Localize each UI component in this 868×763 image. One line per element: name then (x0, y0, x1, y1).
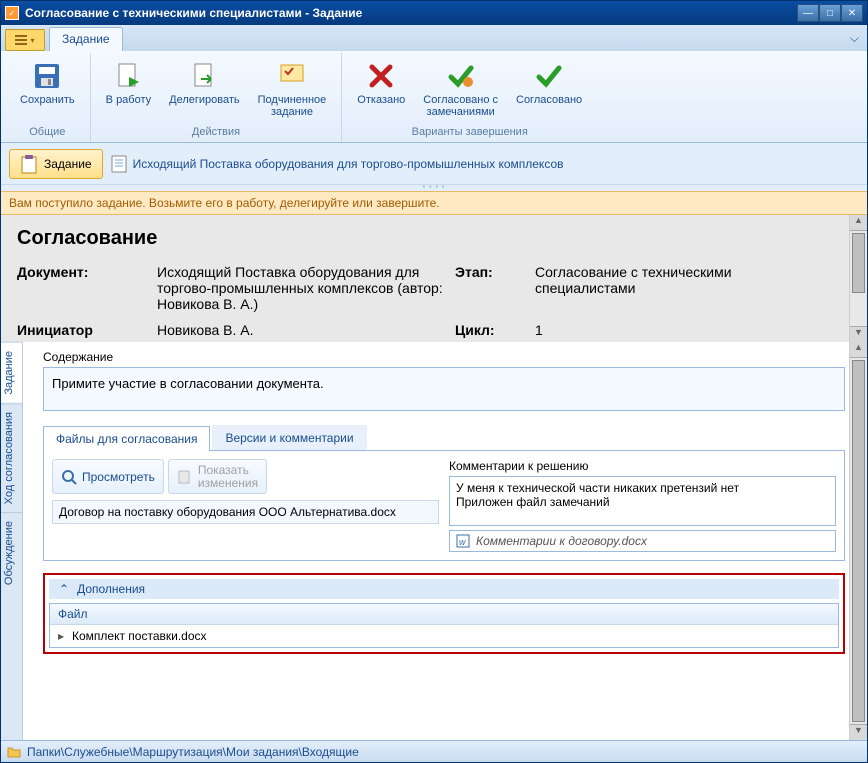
related-document-link[interactable]: Исходящий Поставка оборудования для торг… (111, 155, 564, 173)
close-button[interactable]: ✕ (841, 4, 863, 22)
save-button[interactable]: Сохранить (13, 55, 82, 124)
side-tab-progress[interactable]: Ход согласования (1, 403, 22, 512)
tab-versions[interactable]: Версии и комментарии (212, 425, 366, 450)
task-context-button[interactable]: Задание (9, 149, 103, 179)
additions-section: ⌃ Дополнения Файл ▸ Комплект поставки.do… (43, 573, 845, 654)
ribbon-group-actions: В работу Делегировать Подчиненное задани… (91, 53, 343, 142)
cycle-value: 1 (535, 322, 833, 338)
row-marker-icon: ▸ (58, 629, 68, 643)
stage-label: Этап: (455, 264, 535, 312)
cross-icon (365, 60, 397, 92)
preview-button[interactable]: Просмотреть (52, 459, 164, 494)
header-scrollbar[interactable]: ▲ ▼ (849, 215, 867, 342)
maximize-button[interactable]: □ (819, 4, 841, 22)
inner-area: Содержание Примите участие в согласовани… (23, 342, 867, 740)
initiator-value: Новикова В. А. (157, 322, 455, 338)
main-area: Задание Ход согласования Обсуждение Соде… (1, 342, 867, 740)
chevron-up-icon: ⌃ (59, 582, 69, 596)
tab-files[interactable]: Файлы для согласования (43, 426, 210, 451)
check-orange-icon (445, 60, 477, 92)
show-changes-button[interactable]: Показать изменения (168, 459, 267, 494)
agreed-button[interactable]: Согласовано (509, 55, 589, 124)
refused-button[interactable]: Отказано (350, 55, 412, 124)
document-icon (111, 155, 127, 173)
initiator-label: Инициатор (17, 322, 157, 338)
ribbon-group-variants: Отказано Согласовано с замечаниями Согла… (342, 53, 597, 142)
cycle-label: Цикл: (455, 322, 535, 338)
document-header: Согласование Документ: Исходящий Поставк… (1, 215, 867, 342)
dropdown-icon: ▾ (30, 36, 34, 45)
document-value: Исходящий Поставка оборудования для торг… (157, 264, 455, 312)
comments-textarea[interactable]: У меня к технической части никаких прете… (449, 476, 836, 526)
ribbon-tab-task[interactable]: Задание (49, 27, 123, 51)
breadcrumb-path[interactable]: Папки\Служебные\Маршрутизация\Мои задани… (27, 745, 359, 759)
magnifier-icon (61, 469, 77, 485)
agreed-with-notes-button[interactable]: Согласовано с замечаниями (416, 55, 505, 124)
document-title: Согласование (17, 227, 833, 250)
check-icon (533, 60, 565, 92)
ribbon-group-common: Сохранить Общие (5, 53, 91, 142)
subtask-button[interactable]: Подчиненное задание (251, 55, 334, 124)
additions-header[interactable]: ⌃ Дополнения (49, 579, 839, 599)
ribbon-tab-strip: ▾ Задание ⌵ (1, 25, 867, 51)
minimize-button[interactable]: — (797, 4, 819, 22)
ribbon-collapse-button[interactable]: ⌵ (850, 31, 859, 46)
file-list-item[interactable]: Договор на поставку оборудования ООО Аль… (52, 500, 439, 524)
statusbar: Папки\Служебные\Маршрутизация\Мои задани… (1, 740, 867, 762)
additions-table: Файл ▸ Комплект поставки.docx (49, 603, 839, 648)
window-title: Согласование с техническими специалистам… (25, 6, 797, 20)
document-play-icon (112, 60, 144, 92)
titlebar: ✓ Согласование с техническими специалист… (1, 1, 867, 25)
file-menu-button[interactable]: ▾ (5, 29, 45, 51)
side-tabs: Задание Ход согласования Обсуждение (1, 342, 23, 740)
word-doc-icon: w (456, 534, 470, 548)
stage-value: Согласование с техническими специалистам… (535, 264, 833, 312)
secondary-toolbar: Задание Исходящий Поставка оборудования … (1, 143, 867, 185)
towork-button[interactable]: В работу (99, 55, 158, 124)
content-label: Содержание (43, 350, 845, 364)
document-edit-icon (177, 469, 193, 485)
additions-row[interactable]: ▸ Комплект поставки.docx (50, 625, 838, 647)
files-panel: Просмотреть Показать изменения Договор н… (43, 451, 845, 561)
side-tab-task[interactable]: Задание (1, 342, 22, 403)
svg-text:w: w (459, 537, 466, 547)
window-controls: — □ ✕ (797, 4, 863, 22)
comments-label: Комментарии к решению (449, 459, 836, 473)
inner-scrollbar[interactable]: ▲ ▼ (849, 342, 867, 740)
notice-banner: Вам поступило задание. Возьмите его в ра… (1, 191, 867, 215)
additions-col-file: Файл (50, 604, 838, 625)
delegate-button[interactable]: Делегировать (162, 55, 247, 124)
document-label: Документ: (17, 264, 157, 312)
menu-icon (15, 35, 27, 45)
app-icon: ✓ (5, 6, 19, 20)
save-icon (31, 60, 63, 92)
app-window: ✓ Согласование с техническими специалист… (0, 0, 868, 763)
folder-icon (7, 746, 21, 758)
document-arrow-icon (188, 60, 220, 92)
ribbon: Сохранить Общие В работу Делегировать (1, 51, 867, 143)
clipboard-icon (20, 154, 38, 174)
ribbon-group-variants-label: Варианты завершения (350, 124, 589, 142)
comments-attachment[interactable]: w Комментарии к договору.docx (449, 530, 836, 552)
content-text: Примите участие в согласовании документа… (43, 367, 845, 411)
inner-tabs: Файлы для согласования Версии и коммента… (43, 425, 845, 451)
side-tab-discussion[interactable]: Обсуждение (1, 512, 22, 593)
ribbon-group-common-label: Общие (13, 124, 82, 142)
ribbon-group-actions-label: Действия (99, 124, 334, 142)
checklist-icon (276, 60, 308, 92)
